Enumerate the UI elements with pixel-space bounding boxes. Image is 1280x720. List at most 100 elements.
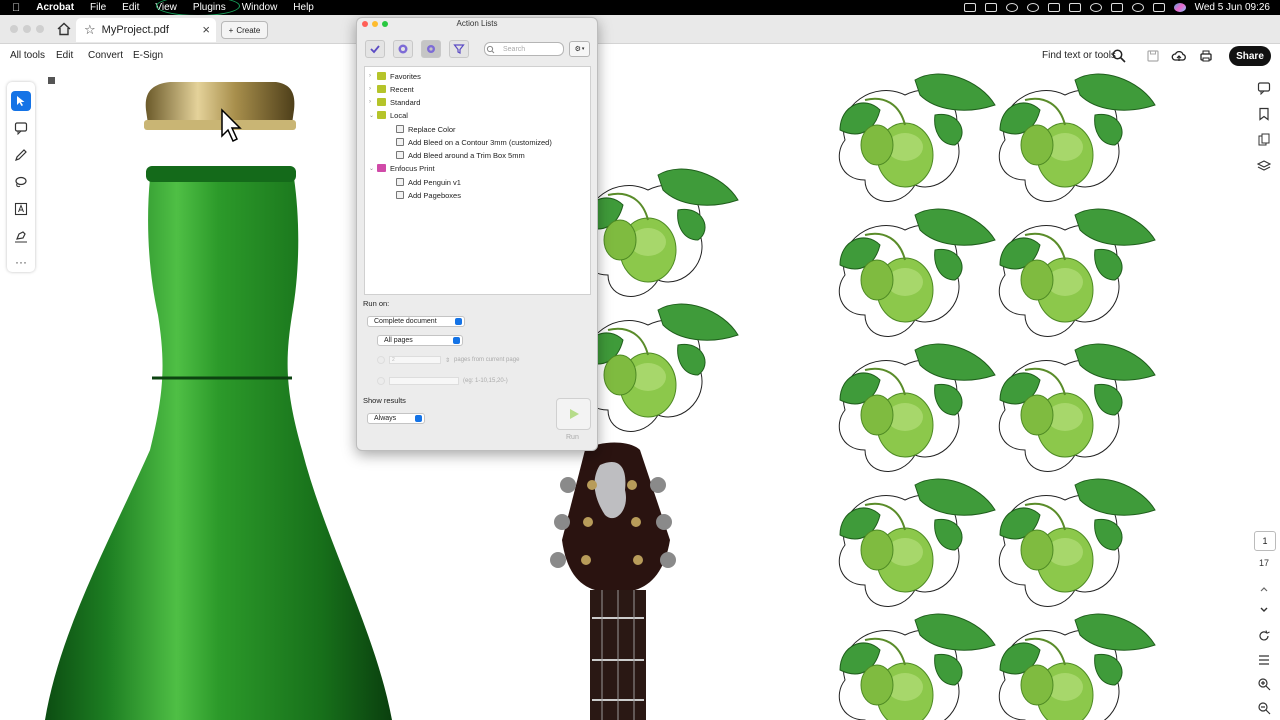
comments-panel-icon[interactable] — [1257, 81, 1271, 95]
pages-count-field[interactable]: 2 — [389, 356, 441, 364]
chevron-up-icon[interactable] — [1257, 582, 1271, 596]
comment-tool-button[interactable] — [11, 118, 31, 138]
action-tree[interactable]: › Favorites › Recent › Standard ⌄ Local … — [364, 66, 591, 295]
convert-button[interactable]: Convert — [88, 50, 123, 61]
tree-item-favorites[interactable]: › Favorites — [369, 70, 421, 82]
show-results-select[interactable]: Always — [367, 413, 425, 424]
tree-action-bleed-trimbox[interactable]: Add Bleed around a Trim Box 5mm — [396, 149, 525, 161]
siri-icon[interactable] — [1173, 3, 1186, 12]
chevron-down-icon[interactable] — [1257, 603, 1271, 617]
status-battery-icon[interactable] — [1068, 3, 1081, 12]
wifi-icon[interactable] — [1089, 3, 1102, 12]
pages-from-label: pages from current page — [454, 357, 520, 363]
sign-tool-button[interactable] — [11, 226, 31, 246]
disclosure-down-icon[interactable]: ⌄ — [369, 112, 377, 119]
filter-tab-button[interactable] — [449, 40, 469, 58]
run-on-select[interactable]: Complete document — [367, 316, 465, 327]
tree-action-replace-color[interactable]: Replace Color — [396, 123, 456, 135]
menu-file[interactable]: File — [82, 0, 114, 15]
checkmark-tab-button[interactable] — [365, 40, 385, 58]
scroll-mode-icon[interactable] — [1257, 653, 1271, 667]
esign-button[interactable]: E-Sign — [133, 50, 163, 61]
print-icon[interactable] — [1198, 48, 1214, 64]
pages-select[interactable]: All pages — [377, 335, 463, 346]
zoom-in-icon[interactable] — [1257, 677, 1271, 691]
radio-icon[interactable] — [377, 356, 385, 364]
cloud-upload-icon[interactable] — [1171, 48, 1187, 64]
tree-item-enfocus-print[interactable]: ⌄ Enfocus Print — [369, 162, 435, 174]
show-results-value: Always — [374, 415, 397, 422]
share-button[interactable]: Share — [1229, 46, 1271, 66]
disclosure-right-icon[interactable]: › — [369, 99, 377, 105]
menu-view[interactable]: View — [147, 0, 185, 15]
rotate-icon[interactable] — [1257, 629, 1271, 643]
home-icon[interactable] — [56, 21, 72, 37]
panel-title: Action Lists — [456, 19, 498, 28]
document-tab[interactable]: ☆ MyProject.pdf × — [76, 18, 216, 42]
edit-button[interactable]: Edit — [56, 50, 73, 61]
window-close-button[interactable] — [10, 25, 18, 33]
status-keyboard-icon[interactable] — [1047, 3, 1060, 12]
pages-from-current-row: 2 ⇕ pages from current page — [377, 356, 519, 364]
spotlight-search-icon[interactable] — [1131, 3, 1144, 12]
document-canvas[interactable] — [40, 70, 1245, 720]
document-tab-title: MyProject.pdf — [101, 24, 169, 36]
select-tool-button[interactable] — [11, 91, 31, 111]
all-tools-button[interactable]: All tools — [10, 50, 45, 61]
stepper-icon[interactable]: ⇕ — [445, 357, 450, 364]
menu-help[interactable]: Help — [285, 0, 322, 15]
action-search-input[interactable]: Search — [484, 42, 564, 56]
page-range-field[interactable] — [389, 377, 459, 385]
tree-item-recent[interactable]: › Recent — [369, 83, 414, 95]
disclosure-right-icon[interactable]: › — [369, 86, 377, 92]
panel-minimize-button[interactable] — [372, 21, 378, 27]
panel-zoom-button[interactable] — [382, 21, 388, 27]
save-icon[interactable] — [1145, 48, 1161, 64]
star-icon[interactable]: ☆ — [84, 22, 96, 38]
status-app-icon[interactable] — [963, 3, 976, 12]
tree-item-standard[interactable]: › Standard — [369, 96, 420, 108]
search-icon[interactable] — [1111, 48, 1127, 64]
tree-item-local[interactable]: ⌄ Local — [369, 109, 408, 121]
folder-icon — [377, 111, 386, 119]
lasso-tool-button[interactable] — [11, 172, 31, 192]
apple-icon[interactable]:  — [0, 2, 28, 14]
current-page-input[interactable]: 1 — [1254, 531, 1276, 551]
disclosure-down-icon[interactable]: ⌄ — [369, 165, 377, 172]
draw-tool-button[interactable] — [11, 145, 31, 165]
disclosure-right-icon[interactable]: › — [369, 73, 377, 79]
more-tools-icon[interactable]: ··· — [11, 252, 31, 272]
text-tool-button[interactable] — [11, 199, 31, 219]
layers-icon[interactable] — [1257, 159, 1271, 173]
zoom-out-icon[interactable] — [1257, 701, 1271, 715]
menu-app-name[interactable]: Acrobat — [28, 0, 82, 15]
globe-tab-button[interactable] — [393, 40, 413, 58]
window-zoom-button[interactable] — [36, 25, 44, 33]
tree-item-label: Add Bleed on a Contour 3mm (customized) — [408, 137, 552, 147]
bookmark-icon[interactable] — [1257, 107, 1271, 121]
menu-clock[interactable]: Wed 5 Jun 09:26 — [1195, 2, 1270, 13]
menu-bar:  Acrobat File Edit View Plugins Window … — [0, 0, 1280, 15]
status-window-icon[interactable] — [984, 3, 997, 12]
window-minimize-button[interactable] — [23, 25, 31, 33]
tree-action-add-penguin[interactable]: Add Penguin v1 — [396, 176, 461, 188]
menu-edit[interactable]: Edit — [114, 0, 147, 15]
status-display-icon[interactable] — [1110, 3, 1123, 12]
status-sync-icon[interactable] — [1005, 3, 1018, 12]
gear-tab-button[interactable] — [421, 40, 441, 58]
status-bolt-icon[interactable] — [1026, 3, 1039, 12]
find-text-or-tools[interactable]: Find text or tools — [1042, 50, 1116, 61]
run-button[interactable] — [556, 398, 591, 430]
pages-thumbnail-icon[interactable] — [1257, 133, 1271, 147]
control-center-icon[interactable] — [1152, 3, 1165, 12]
tree-action-add-pageboxes[interactable]: Add Pageboxes — [396, 189, 461, 201]
panel-close-button[interactable] — [362, 21, 368, 27]
create-button[interactable]: + Create — [221, 21, 268, 39]
close-tab-icon[interactable]: × — [202, 22, 210, 37]
menu-plugins[interactable]: Plugins — [185, 0, 234, 15]
folder-icon — [377, 98, 386, 106]
tree-action-bleed-contour[interactable]: Add Bleed on a Contour 3mm (customized) — [396, 136, 552, 148]
menu-window[interactable]: Window — [234, 0, 286, 15]
radio-icon[interactable] — [377, 377, 385, 385]
settings-menu-button[interactable]: ⚙ ▾ — [569, 41, 590, 57]
